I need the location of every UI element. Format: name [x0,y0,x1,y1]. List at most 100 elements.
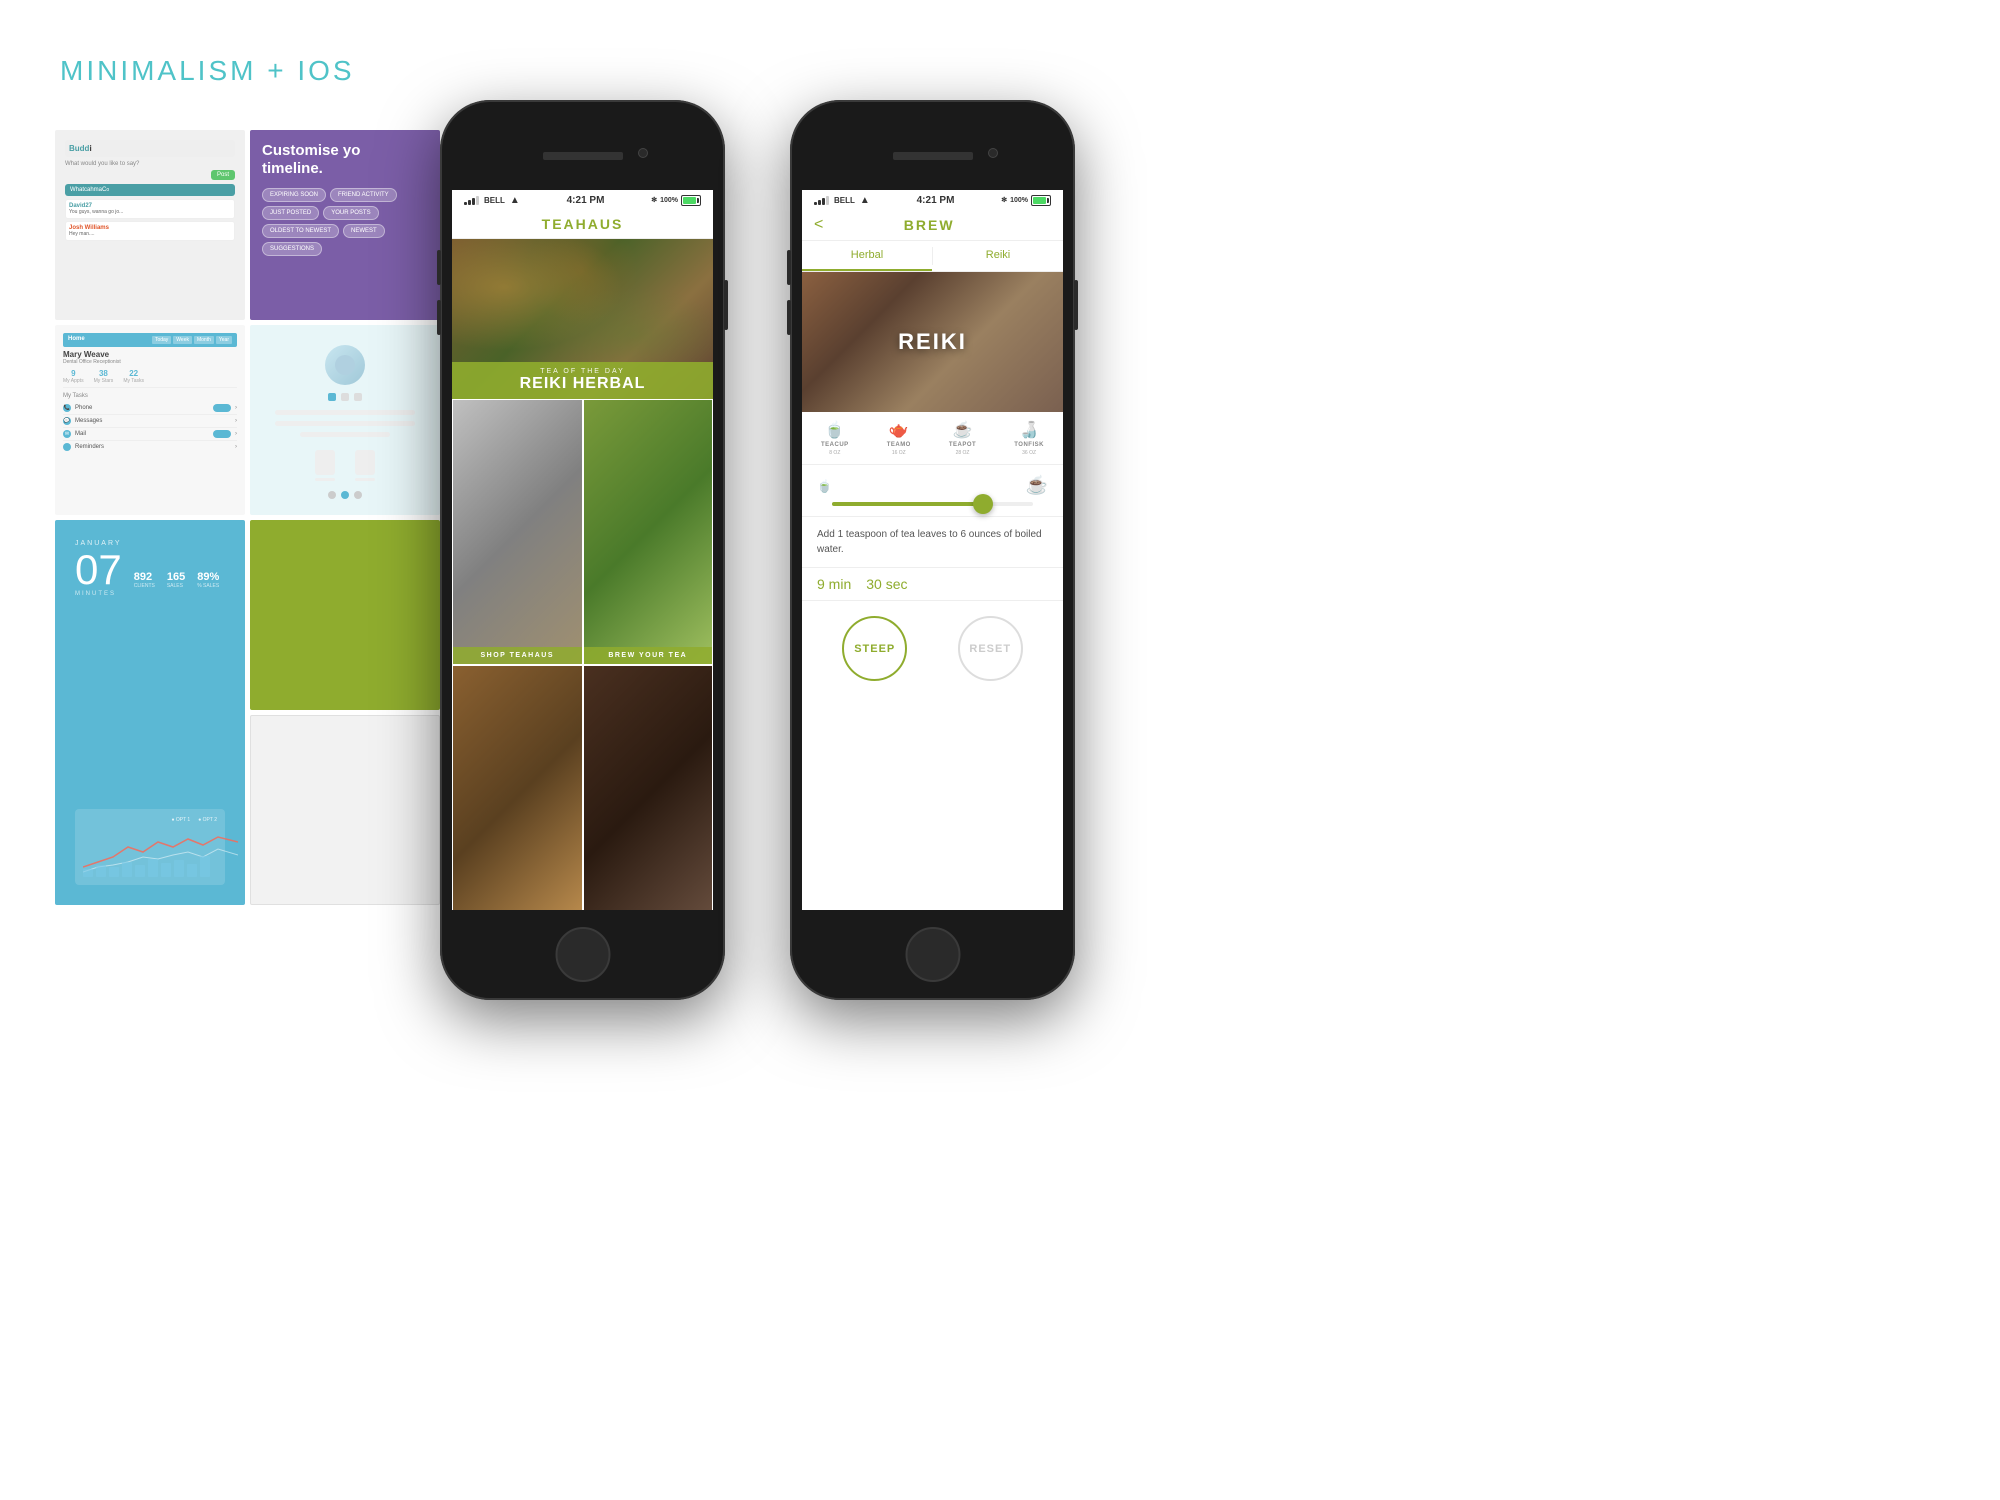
teahaus-grid-account[interactable]: YOUR ACCOUNT [583,665,714,911]
battery-fill-2 [1033,197,1046,204]
chip-oldest: OLDEST TO NEWEST [262,224,339,238]
teahaus-nav: TEAHAUS [452,210,713,239]
home-button-2[interactable] [905,927,960,982]
signal-bars [464,196,479,205]
teahaus-app: TEAHAUS TEA OF THE DAY REIKI HERBAL SHOP [452,210,713,910]
wifi-icon: ▲ [510,195,520,206]
slider-icons: 🍵 ☕ [817,475,1048,496]
teahaus-screen: BELL ▲ 4:21 PM ✻ 100% TEAHAUS [452,190,713,910]
front-camera-2 [988,148,998,158]
battery-icon [681,195,701,206]
brew-instructions: Add 1 teaspoon of tea leaves to 6 ounces… [802,517,1063,568]
iphone-1-body: BELL ▲ 4:21 PM ✻ 100% TEAHAUS [440,100,725,1000]
brew-nav: < BREW [802,210,1063,241]
vessel-teamo[interactable]: 🫖 TEAMO 16 OZ [887,420,911,456]
teahaus-title: TEAHAUS [452,216,713,232]
volume-down-button [437,300,441,335]
vessel-selector: 🍵 TEACUP 8 OZ 🫖 TEAMO 16 OZ ☕ TEAPOT 28 … [802,412,1063,465]
battery-fill [683,197,696,204]
carrier-name-2: BELL [834,196,855,205]
volume-down-button-2 [787,300,791,335]
battery-area: ✻ 100% [651,195,701,206]
wifi-icon-2: ▲ [860,195,870,206]
battery-tip [697,198,699,203]
brew-tea-hero: REIKI [802,272,1063,412]
signal-bar-2 [468,200,471,205]
bluetooth-icon-2: ✻ [1001,196,1007,204]
grid-cell-tasks: Home Today Week Month Year Mary Weave De… [55,325,245,515]
home-button-1[interactable] [555,927,610,982]
grid-cell-color-light [250,715,440,905]
teahaus-grid-brew[interactable]: BREW YOUR TEA [583,399,714,665]
bluetooth-icon: ✻ [651,196,657,204]
chip-friend: FRIEND ACTIVITY [330,188,397,202]
signal-area-2: BELL ▲ [814,195,870,206]
hero-subtitle: TEA OF THE DAY [462,368,703,375]
vessel-teapot[interactable]: ☕ TEAPOT 28 OZ [949,420,976,456]
teahaus-grid: SHOP TEAHAUS BREW YOUR TEA TEAROOM SERVI… [452,399,713,910]
battery-percent: 100% [660,197,678,204]
steep-button[interactable]: STEEP [842,616,907,681]
slider-track [832,502,1033,506]
speaker-grille [543,152,623,160]
carrier-name: BELL [484,196,505,205]
grid-cell-profile [250,325,440,515]
signal-bar-3 [472,198,475,205]
vessel-teacup[interactable]: 🍵 TEACUP 8 OZ [821,420,849,456]
chip-newest: NEWEST [343,224,385,238]
iphone-brew: BELL ▲ 4:21 PM ✻ 100% < BRE [790,100,1075,1000]
grid-cell-dashboard: JANUARY 07 MINUTES 892 CLIENTS 165 SALE [55,520,245,905]
signal-bar-1 [464,202,467,205]
slider-fill [832,502,983,506]
brew-screen: BELL ▲ 4:21 PM ✻ 100% < BRE [802,190,1063,910]
teapot-icon: ☕ [953,420,973,440]
brew-app: < BREW Herbal Reiki REIKI 🍵 [802,210,1063,910]
chip-suggestions: SUGGESTIONS [262,242,322,256]
hero-overlay: TEA OF THE DAY REIKI HERBAL [452,362,713,399]
chip-expiring: EXPIRING SOON [262,188,326,202]
tab-reiki[interactable]: Reiki [933,241,1063,271]
brew-action-buttons: STEEP RESET [802,601,1063,696]
brew-tabs: Herbal Reiki [802,241,1063,272]
power-button [724,280,728,330]
brew-title: BREW [833,217,1025,233]
teacup-icon: 🍵 [825,420,845,440]
status-time-2: 4:21 PM [917,195,955,206]
teamo-icon: 🫖 [889,420,909,440]
tab-herbal[interactable]: Herbal [802,241,932,271]
tonfisk-icon: 🍶 [1019,420,1039,440]
battery-area-2: ✻ 100% [1001,195,1051,206]
signal-bar-2-3 [822,198,825,205]
volume-up-button-2 [787,250,791,285]
grid-cell-buddy: Buddi What would you like to say? Post W… [55,130,245,320]
power-button-2 [1074,280,1078,330]
grid-cell-timeline: Customise yotimeline. EXPIRING SOON FRIE… [250,130,440,320]
battery-tip-2 [1047,198,1049,203]
signal-area: BELL ▲ [464,195,520,206]
cup-small-icon: 🍵 [817,479,832,493]
signal-bar-2-4 [826,196,829,205]
vessel-tonfisk[interactable]: 🍶 TONFISK 36 OZ [1014,420,1044,456]
timer-minutes: 9 min [817,576,851,592]
teahaus-grid-shop[interactable]: SHOP TEAHAUS [452,399,583,665]
brew-strength-slider-area: 🍵 ☕ [802,465,1063,517]
signal-bars-2 [814,196,829,205]
iphone-teahaus: BELL ▲ 4:21 PM ✻ 100% TEAHAUS [440,100,725,1000]
back-button[interactable]: < [814,216,823,234]
reset-button[interactable]: RESET [958,616,1023,681]
battery-percent-2: 100% [1010,197,1028,204]
slider-thumb[interactable] [973,494,993,514]
hero-title: REIKI HERBAL [462,375,703,393]
signal-bar-2-1 [814,202,817,205]
shop-label: SHOP TEAHAUS [453,647,582,664]
volume-up-button [437,250,441,285]
speaker-grille-2 [893,152,973,160]
signal-bar-2-2 [818,200,821,205]
chip-posted: JUST POSTED [262,206,319,220]
chip-your-posts: YOUR POSTS [323,206,378,220]
status-bar-1: BELL ▲ 4:21 PM ✻ 100% [452,190,713,210]
page-title: MINIMALISM + iOS [60,55,355,87]
teahaus-grid-tearoom[interactable]: TEAROOM SERVICES [452,665,583,911]
signal-bar-4 [476,196,479,205]
iphone-2-body: BELL ▲ 4:21 PM ✻ 100% < BRE [790,100,1075,1000]
